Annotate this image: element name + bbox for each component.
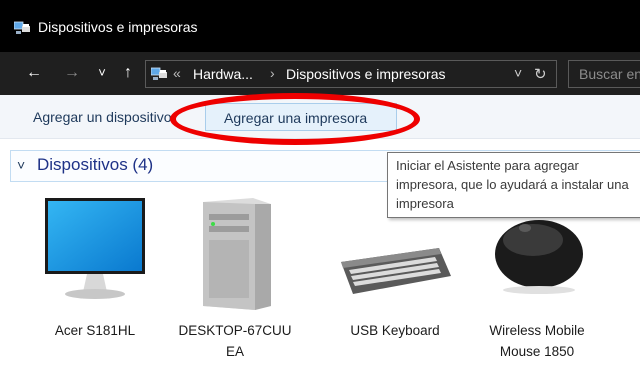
breadcrumb-separator-icon[interactable]: › xyxy=(270,65,275,81)
breadcrumb-hardware[interactable]: Hardwa... xyxy=(193,66,253,82)
devices-and-printers-icon xyxy=(151,67,167,80)
navigation-bar: ← → ˅ ↑ « Hardwa... › Dispositivos e imp… xyxy=(0,52,640,95)
breadcrumb-devices-printers[interactable]: Dispositivos e impresoras xyxy=(286,66,446,82)
search-input[interactable] xyxy=(569,61,640,87)
device-label: Acer S181HL xyxy=(54,323,136,338)
monitor-icon xyxy=(45,198,145,299)
back-button[interactable]: ← xyxy=(22,62,46,84)
forward-button[interactable]: → xyxy=(60,62,84,84)
keyboard-icon xyxy=(341,248,451,294)
window-title: Dispositivos e impresoras xyxy=(38,19,198,35)
collapse-chevron-icon[interactable]: ˅ xyxy=(17,157,25,173)
refresh-icon[interactable]: ↻ xyxy=(534,65,547,83)
device-label: USB Keyboard xyxy=(350,323,440,338)
search-box[interactable] xyxy=(568,60,640,88)
mouse-icon xyxy=(495,220,583,294)
computer-tower-icon xyxy=(203,198,271,310)
device-label: DESKTOP-67CUU EA xyxy=(178,323,292,359)
title-bar: Dispositivos e impresoras xyxy=(0,0,640,52)
device-label: Wireless Mobile Mouse 1850 xyxy=(489,323,585,359)
up-button[interactable]: ↑ xyxy=(118,62,138,84)
breadcrumb-overflow-icon[interactable]: « xyxy=(173,65,181,81)
address-dropdown-icon[interactable]: ˅ xyxy=(514,65,522,81)
address-bar[interactable]: « Hardwa... › Dispositivos e impresoras … xyxy=(145,60,557,88)
group-title: Dispositivos (4) xyxy=(37,155,154,174)
add-device-button[interactable]: Agregar un dispositivo xyxy=(25,103,180,131)
highlight-annotation-ellipse xyxy=(170,93,420,145)
recent-locations-button[interactable]: ˅ xyxy=(94,62,110,84)
devices-and-printers-icon xyxy=(14,21,30,34)
